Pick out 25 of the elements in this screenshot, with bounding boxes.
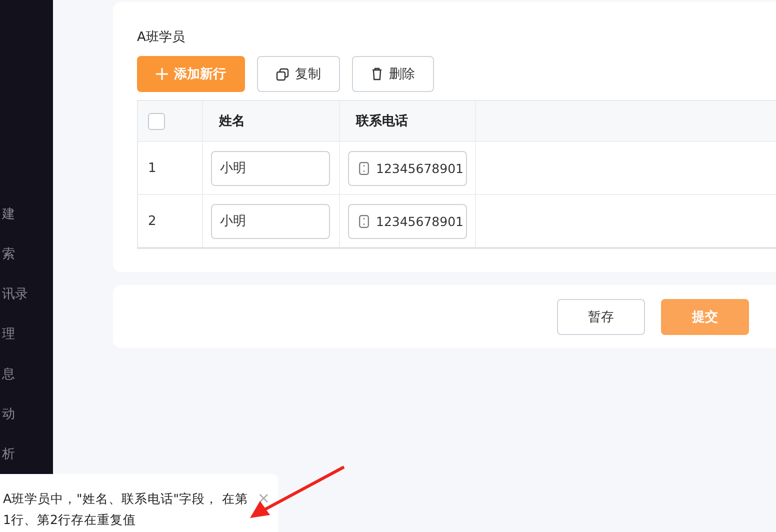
sidebar-item[interactable]: 建 xyxy=(0,205,53,245)
sidebar-item[interactable]: 动 xyxy=(0,405,53,445)
checkbox[interactable] xyxy=(148,112,165,130)
sidebar-item[interactable]: 讯录 xyxy=(0,285,53,325)
delete-button[interactable]: 删除 xyxy=(352,56,434,92)
sidebar-item[interactable]: 索 xyxy=(0,245,53,285)
phone-icon xyxy=(359,162,369,174)
sidebar-item[interactable]: 理 xyxy=(0,325,53,365)
copy-icon xyxy=(276,68,289,80)
section-title: A班学员 xyxy=(137,29,186,46)
copy-button[interactable]: 复制 xyxy=(257,56,340,92)
column-header: 姓名 xyxy=(219,113,245,130)
save-draft-button[interactable]: 暂存 xyxy=(557,298,645,334)
column-header: 联系电话 xyxy=(356,112,408,130)
name-field[interactable]: 小明 xyxy=(211,204,330,238)
sidebar-item[interactable]: 息 xyxy=(0,365,53,405)
plus-icon xyxy=(156,68,168,80)
name-field[interactable]: 小明 xyxy=(211,150,330,186)
phone-icon xyxy=(359,214,369,228)
row-number: 2 xyxy=(148,214,156,228)
row-number: 1 xyxy=(148,160,156,176)
phone-field[interactable]: 12345678901 xyxy=(348,204,467,238)
notification-message: A班学员中，"姓名、联系电话"字段， 在第1行、第2行存在重复值 xyxy=(3,490,249,529)
phone-field[interactable]: 12345678901 xyxy=(348,150,467,186)
trash-icon xyxy=(371,67,383,81)
